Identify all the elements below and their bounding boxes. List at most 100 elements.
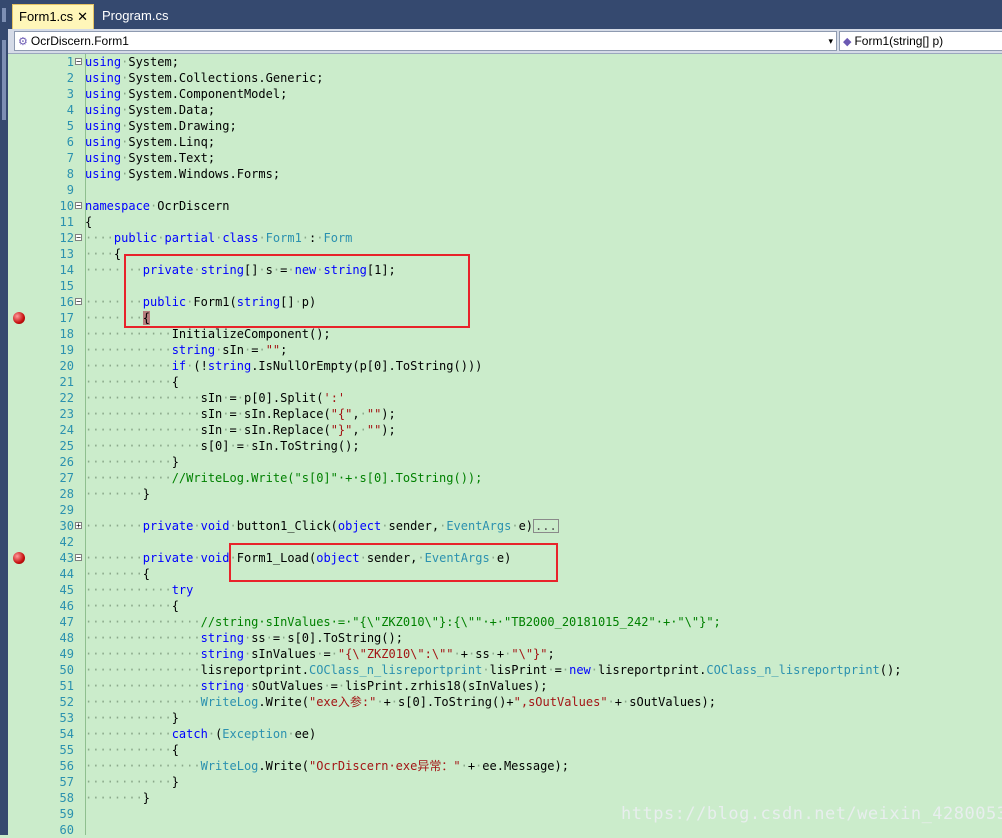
tab-form1-cs[interactable]: Form1.cs ✕ (12, 4, 94, 29)
line-number: 20 (59, 359, 74, 373)
code-line[interactable]: 1− using·System; (8, 54, 1002, 70)
code-text: ················sIn·=·sIn.Replace("}",·"… (85, 423, 396, 437)
code-line[interactable]: 3 using·System.ComponentModel; (8, 86, 1002, 102)
navigation-bar: ⚙ OcrDiscern.Form1 ▾ ◆ Form1(string[] p) (8, 29, 1002, 54)
code-line[interactable]: 24 ················sIn·=·sIn.Replace("}",… (8, 422, 1002, 438)
code-line[interactable]: 45 ············try (8, 582, 1002, 598)
code-line[interactable]: 5 using·System.Drawing; (8, 118, 1002, 134)
line-number: 48 (59, 631, 74, 645)
code-line[interactable]: 49 ················string·sInValues·=·"{\… (8, 646, 1002, 662)
collapsed-region[interactable]: ... (533, 519, 559, 533)
code-line[interactable]: 18 ············InitializeComponent(); (8, 326, 1002, 342)
code-line[interactable]: 47 ················//string·sInValues·=·"… (8, 614, 1002, 630)
class-dropdown[interactable]: ⚙ OcrDiscern.Form1 ▾ (14, 31, 837, 51)
code-line[interactable]: 4 using·System.Data; (8, 102, 1002, 118)
code-line[interactable]: 11 { (8, 214, 1002, 230)
line-number: 14 (59, 263, 74, 277)
code-editor[interactable]: 1− using·System; 2 using·System.Collections… (8, 54, 1002, 838)
code-text: ············{ (85, 375, 179, 389)
class-dropdown-value: OcrDiscern.Form1 (30, 34, 129, 48)
line-number: 57 (59, 775, 74, 789)
code-line[interactable]: 52 ················WriteLog.Write("exe入参:… (8, 694, 1002, 710)
code-line[interactable]: 53 ············} (8, 710, 1002, 726)
code-line[interactable]: 10− namespace·OcrDiscern (8, 198, 1002, 214)
code-line[interactable]: 25 ················s[0]·=·sIn.ToString(); (8, 438, 1002, 454)
line-number: 28 (59, 487, 74, 501)
code-text: using·System; (85, 55, 179, 69)
code-text: ················string·sOutValues·=·lisP… (85, 679, 548, 693)
line-number: 6 (66, 135, 74, 149)
code-line[interactable]: 50 ················lisreportprint.COClass… (8, 662, 1002, 678)
code-line[interactable]: 56 ················WriteLog.Write("OcrDis… (8, 758, 1002, 774)
code-text: using·System.ComponentModel; (85, 87, 288, 101)
code-line[interactable]: 12− ····public·partial·class·Form1·:·Form (8, 230, 1002, 246)
code-text: ················sIn·=·p[0].Split(':' (85, 391, 346, 405)
line-number: 12 (59, 231, 74, 245)
toolstrip-tab[interactable] (2, 8, 6, 22)
line-number: 46 (59, 599, 74, 613)
watermark: https://blog.csdn.net/weixin_42800530 (621, 804, 1002, 824)
code-line[interactable]: 28 ········} (8, 486, 1002, 502)
code-line[interactable]: 29 (8, 502, 1002, 518)
code-line[interactable]: 46 ············{ (8, 598, 1002, 614)
expand-icon[interactable]: + (75, 522, 82, 530)
line-number: 21 (59, 375, 74, 389)
code-line[interactable]: 57 ············} (8, 774, 1002, 790)
code-line[interactable]: 54 ············catch·(Exception·ee) (8, 726, 1002, 742)
line-number: 42 (59, 535, 74, 549)
line-number: 43 (59, 551, 74, 565)
line-number: 16 (59, 295, 74, 309)
code-line[interactable]: 23 ················sIn·=·sIn.Replace("{",… (8, 406, 1002, 422)
code-text: using·System.Collections.Generic; (85, 71, 324, 85)
line-number: 47 (59, 615, 74, 629)
code-line[interactable]: 20 ············if·(!string.IsNullOrEmpty(… (8, 358, 1002, 374)
code-line[interactable]: 27 ············//WriteLog.Write("s[0]"·+·… (8, 470, 1002, 486)
code-line[interactable]: 48 ················string·ss·=·s[0].ToStr… (8, 630, 1002, 646)
code-text: ············if·(!string.IsNullOrEmpty(p[… (85, 359, 483, 373)
toolstrip-tab[interactable] (2, 40, 6, 120)
code-line[interactable]: 7 using·System.Text; (8, 150, 1002, 166)
member-dropdown-value: Form1(string[] p) (854, 34, 944, 48)
code-text: using·System.Windows.Forms; (85, 167, 281, 181)
left-toolstrip (0, 0, 8, 835)
chevron-down-icon[interactable]: ▾ (828, 32, 833, 50)
code-line[interactable]: 55 ············{ (8, 742, 1002, 758)
collapse-icon[interactable]: − (75, 58, 82, 66)
code-line[interactable]: 19 ············string·sIn·=·""; (8, 342, 1002, 358)
code-line[interactable]: 21 ············{ (8, 374, 1002, 390)
code-text: { (85, 215, 93, 229)
code-line[interactable]: 30 + ········private·void·button1_Click(ob… (8, 518, 1002, 534)
collapse-icon[interactable]: − (75, 298, 82, 306)
code-text: ················WriteLog.Write("OcrDisce… (85, 759, 569, 773)
breakpoint-icon[interactable] (13, 312, 25, 324)
tab-label: Form1.cs (19, 9, 74, 24)
line-number: 1 (66, 55, 74, 69)
collapse-icon[interactable]: − (75, 202, 82, 210)
code-line[interactable]: 2 using·System.Collections.Generic; (8, 70, 1002, 86)
line-number: 15 (59, 279, 74, 293)
line-number: 49 (59, 647, 74, 661)
line-number: 25 (59, 439, 74, 453)
code-line[interactable]: 9 (8, 182, 1002, 198)
code-text: ················//string·sInValues·=·"{\… (85, 615, 721, 629)
code-text: ····public·partial·class·Form1·:·Form (85, 231, 353, 245)
breakpoint-icon[interactable] (13, 552, 25, 564)
code-line[interactable]: 26 ············} (8, 454, 1002, 470)
member-dropdown[interactable]: ◆ Form1(string[] p) (839, 31, 1002, 51)
code-text: ············} (85, 711, 179, 725)
collapse-icon[interactable]: − (75, 554, 82, 562)
tab-program-cs[interactable]: Program.cs (96, 4, 192, 29)
line-number: 19 (59, 343, 74, 357)
code-line[interactable]: 51 ················string·sOutValues·=·li… (8, 678, 1002, 694)
code-line[interactable]: 22 ················sIn·=·p[0].Split(':' (8, 390, 1002, 406)
code-line[interactable]: 8 using·System.Windows.Forms; (8, 166, 1002, 182)
line-number: 27 (59, 471, 74, 485)
code-text: ············catch·(Exception·ee) (85, 727, 317, 741)
code-text: ················string·ss·=·s[0].ToStrin… (85, 631, 403, 645)
code-text: using·System.Drawing; (85, 119, 237, 133)
code-text: ············} (85, 455, 179, 469)
code-line[interactable]: 6 using·System.Linq; (8, 134, 1002, 150)
close-icon[interactable]: ✕ (77, 5, 88, 28)
code-line[interactable]: 60 (8, 822, 1002, 838)
collapse-icon[interactable]: − (75, 234, 82, 242)
